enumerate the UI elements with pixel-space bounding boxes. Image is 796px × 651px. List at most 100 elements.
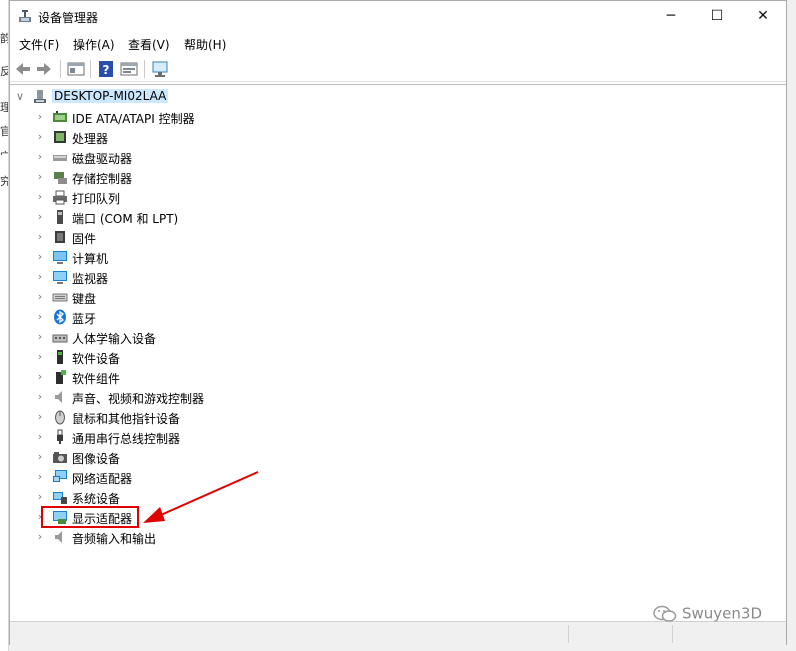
tree-item-label: 键盘 (72, 292, 97, 306)
ide-controller-icon (53, 111, 67, 122)
menu-view[interactable]: 查看(V) (128, 36, 170, 53)
chevron-right-icon[interactable]: › (34, 150, 46, 164)
tree-item-label: 监视器 (72, 272, 109, 286)
audio-io-icon (55, 531, 62, 543)
chevron-right-icon[interactable]: › (34, 390, 46, 404)
scan-hardware-icon[interactable] (151, 59, 171, 79)
help-icon[interactable]: ? (96, 59, 116, 79)
printer-icon (53, 190, 67, 205)
tree-item[interactable]: › 软件组件 (10, 367, 410, 387)
menu-help[interactable]: 帮助(H) (184, 36, 226, 53)
background-char: 韵 (0, 32, 8, 45)
sound-icon (55, 391, 62, 403)
tree-item[interactable]: › 声音、视频和游戏控制器 (10, 387, 410, 407)
background-window-edge: 韵 反 理 官 宀 究 (0, 0, 9, 651)
tree-item[interactable]: › 固件 (10, 227, 410, 247)
status-divider (672, 625, 673, 643)
hid-icon (52, 334, 68, 343)
tree-item-label: IDE ATA/ATAPI 控制器 (72, 112, 195, 126)
chevron-right-icon[interactable]: › (34, 530, 46, 544)
disk-drive-icon (53, 155, 67, 161)
chevron-right-icon[interactable]: › (34, 330, 46, 344)
tree-item[interactable]: › 处理器 (10, 127, 410, 147)
tree-item[interactable]: › 音频输入和输出 (10, 527, 410, 547)
tree-item-label: 计算机 (72, 252, 109, 266)
minimize-button[interactable]: ─ (648, 1, 694, 31)
chevron-right-icon[interactable]: › (34, 270, 46, 284)
properties-icon[interactable] (66, 59, 86, 79)
tree-item[interactable]: › 软件设备 (10, 347, 410, 367)
tree-item-label: 固件 (72, 232, 97, 246)
chevron-right-icon[interactable]: › (34, 210, 46, 224)
annotation-arrow-icon (143, 471, 259, 523)
tree-item[interactable]: › 鼠标和其他指针设备 (10, 407, 410, 427)
tree-item[interactable]: › 存储控制器 (10, 167, 410, 187)
maximize-button[interactable]: ☐ (694, 1, 740, 31)
forward-arrow-icon[interactable] (34, 59, 54, 79)
close-button[interactable]: ✕ (740, 1, 786, 31)
back-arrow-icon[interactable] (13, 59, 33, 79)
chevron-right-icon[interactable]: › (34, 410, 46, 424)
background-char: 官 (0, 125, 8, 138)
tree-item-label: 打印队列 (72, 192, 121, 206)
desktop-computer-icon (34, 90, 46, 103)
network-adapter-icon (53, 470, 67, 482)
status-divider (568, 625, 569, 643)
device-manager-icon (19, 10, 31, 22)
tree-root-label: DESKTOP-MI02LAA (52, 89, 169, 103)
tree-item[interactable]: › 监视器 (10, 267, 410, 287)
tree-item-label: 声音、视频和游戏控制器 (72, 392, 205, 406)
usb-icon (57, 429, 63, 444)
computer-icon (53, 251, 67, 264)
tree-item-label: 系统设备 (72, 492, 121, 506)
tree-item-label: 图像设备 (72, 452, 121, 466)
wechat-icon (653, 605, 677, 622)
chevron-right-icon[interactable]: › (34, 250, 46, 264)
chevron-right-icon[interactable]: › (34, 130, 46, 144)
chevron-down-icon[interactable]: ∨ (14, 90, 26, 104)
menu-file[interactable]: 文件(F) (19, 36, 59, 53)
chevron-right-icon[interactable]: › (34, 450, 46, 464)
tree-item[interactable]: › 键盘 (10, 287, 410, 307)
view-icon[interactable] (119, 59, 139, 79)
storage-controller-icon (54, 172, 67, 184)
toolbar: ? (10, 56, 786, 82)
tree-item[interactable]: › 人体学输入设备 (10, 327, 410, 347)
tree-item-label: 鼠标和其他指针设备 (72, 412, 181, 426)
tree-item[interactable]: › IDE ATA/ATAPI 控制器 (10, 107, 410, 127)
chevron-right-icon[interactable]: › (34, 350, 46, 364)
tree-item[interactable]: › 计算机 (10, 247, 410, 267)
tree-item[interactable]: › 通用串行总线控制器 (10, 427, 410, 447)
chevron-right-icon[interactable]: › (34, 190, 46, 204)
tree-item[interactable]: › 打印队列 (10, 187, 410, 207)
toolbar-separator (90, 60, 91, 78)
chevron-right-icon[interactable]: › (34, 110, 46, 124)
chevron-right-icon[interactable]: › (34, 370, 46, 384)
svg-text:?: ? (103, 63, 110, 77)
chevron-right-icon[interactable]: › (34, 430, 46, 444)
system-device-icon (53, 492, 67, 504)
tree-item[interactable]: › 图像设备 (10, 447, 410, 467)
tree-item[interactable]: › 蓝牙 (10, 307, 410, 327)
tree-item[interactable]: › 磁盘驱动器 (10, 147, 410, 167)
tree-item-label: 磁盘驱动器 (72, 152, 133, 166)
device-tree[interactable]: ∨ DESKTOP-MI02LAA › IDE ATA/ATAPI 控制器 › … (10, 84, 786, 620)
chevron-right-icon[interactable]: › (34, 470, 46, 484)
chevron-right-icon[interactable]: › (34, 310, 46, 324)
tree-item-label: 处理器 (72, 132, 109, 146)
chevron-right-icon[interactable]: › (34, 490, 46, 504)
watermark: Swuyen3D (652, 604, 762, 624)
chevron-right-icon[interactable]: › (34, 290, 46, 304)
software-component-icon (56, 370, 66, 384)
menu-action[interactable]: 操作(A) (73, 36, 115, 53)
camera-icon (53, 452, 67, 463)
title-bar[interactable]: 设备管理器 ─ ☐ ✕ (10, 1, 786, 31)
tree-root[interactable]: ∨ DESKTOP-MI02LAA (10, 87, 410, 107)
port-icon (57, 210, 63, 224)
tree-item[interactable]: › 端口 (COM 和 LPT) (10, 207, 410, 227)
menu-bar: 文件(F) 操作(A) 查看(V) 帮助(H) (10, 32, 786, 54)
chevron-right-icon[interactable]: › (34, 230, 46, 244)
firmware-icon (55, 231, 65, 243)
chevron-right-icon[interactable]: › (34, 170, 46, 184)
tree-item-label: 蓝牙 (72, 312, 97, 326)
